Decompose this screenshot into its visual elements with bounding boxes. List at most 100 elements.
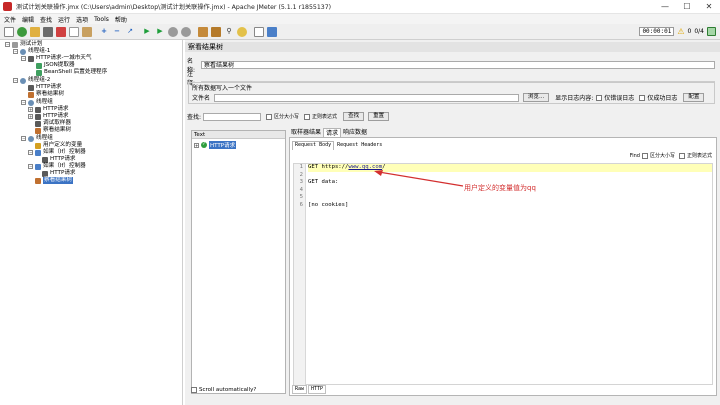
- start-no-pause-icon[interactable]: ▶: [155, 27, 165, 37]
- panel-title: 察看结果树: [185, 42, 720, 52]
- elapsed-timer: 00:00:01: [639, 27, 675, 36]
- tree-node-http-request[interactable]: HTTP请求: [42, 170, 76, 177]
- tree-node-http-request[interactable]: HTTP请求: [42, 156, 76, 163]
- tree-node-beanshell[interactable]: BeanShell 后置处理程序: [36, 69, 107, 76]
- menu-search[interactable]: 查找: [40, 15, 52, 24]
- tab-sampler-result[interactable]: 取样器结果: [289, 128, 323, 137]
- tab-http[interactable]: HTTP: [308, 385, 327, 394]
- paste-icon[interactable]: [82, 26, 92, 37]
- filename-label: 文件名: [192, 95, 211, 102]
- open-icon[interactable]: [30, 26, 40, 37]
- result-tabs: 取样器结果 请求 响应数据: [289, 128, 369, 137]
- close-button[interactable]: ✕: [698, 2, 720, 11]
- tree-node-thread-group-3[interactable]: − 线程组: [21, 99, 53, 106]
- result-item[interactable]: + ✓ HTTP请求: [194, 141, 237, 149]
- sampler-icon: [42, 170, 48, 177]
- tree-node-http-request[interactable]: HTTP请求: [28, 84, 62, 91]
- clear-icon[interactable]: [198, 26, 208, 37]
- tree-node-thread-group-4[interactable]: − 线程组: [21, 135, 53, 142]
- tree-node-view-results[interactable]: 察看结果树: [35, 127, 71, 134]
- find-regex-checkbox[interactable]: [678, 152, 685, 159]
- regex-checkbox[interactable]: [304, 113, 311, 120]
- tree-node-debug-sampler[interactable]: 调试取样器: [35, 120, 71, 127]
- tree-node-view-results-selected[interactable]: 察看结果树: [35, 177, 73, 184]
- tree-node-http-request[interactable]: + HTTP请求: [28, 113, 69, 120]
- tree-node-view-results[interactable]: 察看结果树: [28, 91, 64, 98]
- view-results-panel: 察看结果树 名称: 察看结果树 注释: 所有数据写入一个文件 文件名 浏览...…: [185, 40, 720, 405]
- gear-icon: [20, 77, 26, 84]
- configure-button[interactable]: 配置: [683, 93, 705, 102]
- tree-node-user-variables[interactable]: 用户定义的变量: [35, 142, 82, 149]
- success-only-checkbox[interactable]: [639, 94, 646, 101]
- success-check-icon: ✓: [201, 142, 207, 148]
- tab-request[interactable]: 请求: [323, 128, 342, 137]
- tree-node-json-extractor[interactable]: JSON提取器: [36, 62, 75, 69]
- save-icon[interactable]: [43, 26, 53, 37]
- tab-request-body[interactable]: Request Body: [292, 141, 335, 150]
- filename-field[interactable]: [214, 93, 520, 102]
- reset-button[interactable]: 重置: [368, 112, 390, 121]
- minimize-button[interactable]: —: [654, 2, 676, 11]
- warning-icon[interactable]: ⚠: [677, 27, 684, 36]
- controller-icon: [35, 149, 41, 156]
- shutdown-icon[interactable]: [181, 26, 191, 37]
- log-content-label: 显示日志内容:: [555, 95, 594, 102]
- new-icon[interactable]: [4, 26, 14, 37]
- menu-tools[interactable]: Tools: [94, 16, 109, 23]
- browse-button[interactable]: 浏览...: [523, 93, 550, 102]
- code-line-6: [no cookies]: [308, 201, 349, 208]
- code-line-1: GET https://www.qq.com/: [308, 164, 712, 172]
- case-sensitive-checkbox[interactable]: [266, 113, 273, 120]
- menu-bar: 文件 编辑 查找 运行 选项 Tools 帮助: [0, 14, 720, 24]
- menu-help[interactable]: 帮助: [115, 15, 127, 24]
- menu-run[interactable]: 运行: [58, 15, 70, 24]
- errors-only-checkbox[interactable]: [596, 94, 603, 101]
- gear-icon: [28, 135, 34, 142]
- collapse-icon[interactable]: −: [112, 27, 122, 37]
- find-button[interactable]: 查找: [343, 112, 365, 121]
- stop-icon[interactable]: [168, 26, 178, 37]
- gear-icon: [20, 48, 26, 55]
- write-to-file-group: 所有数据写入一个文件 文件名 浏览... 显示日志内容: 仅错误日志 仅成功日志…: [188, 82, 715, 104]
- tree-node-thread-group-1[interactable]: − 线程组-1: [13, 48, 50, 55]
- tree-node-http-request[interactable]: + HTTP请求: [28, 106, 69, 113]
- tree-node-test-plan[interactable]: − 测试计划: [5, 41, 42, 48]
- sampler-icon: [35, 106, 41, 113]
- tab-request-headers[interactable]: Request Headers: [334, 141, 385, 150]
- help-icon[interactable]: [267, 26, 277, 37]
- regex-label: 正则表达式: [312, 114, 338, 120]
- search-input[interactable]: [203, 112, 262, 121]
- expand-icon[interactable]: +: [99, 27, 109, 37]
- cut-icon[interactable]: [56, 26, 66, 37]
- clear-all-icon[interactable]: [211, 26, 221, 37]
- tab-response-data[interactable]: 响应数据: [341, 128, 369, 137]
- result-item-label: HTTP请求: [209, 141, 237, 149]
- tab-raw[interactable]: Raw: [292, 385, 308, 394]
- search-icon[interactable]: ⚲: [224, 27, 234, 37]
- toggle-icon[interactable]: ↗: [125, 27, 135, 37]
- copy-icon[interactable]: [69, 26, 79, 37]
- tree-node-if-controller-2[interactable]: − 如果（If）控制器: [28, 163, 86, 170]
- reset-search-icon[interactable]: [237, 26, 247, 37]
- tree-node-http-weather[interactable]: − HTTP请求-一城市天气: [21, 55, 92, 62]
- menu-file[interactable]: 文件: [4, 15, 16, 24]
- config-icon: [35, 142, 41, 149]
- scroll-auto-checkbox[interactable]: [191, 387, 197, 393]
- tree-node-thread-group-2[interactable]: − 线程组-2: [13, 77, 50, 84]
- menu-edit[interactable]: 编辑: [22, 15, 34, 24]
- templates-icon[interactable]: [17, 26, 27, 37]
- title-bar: 测试计划关联操作.jmx (C:\Users\admin\Desktop\测试计…: [0, 0, 720, 14]
- comment-field[interactable]: [201, 74, 715, 82]
- tree-node-if-controller-1[interactable]: − 如果（If）控制器: [28, 149, 86, 156]
- test-plan-icon: [12, 41, 18, 48]
- name-field[interactable]: 察看结果树: [201, 61, 715, 69]
- request-body-editor[interactable]: 1 2 3 4 5 6 GET https://www.qq.com/ GET …: [293, 163, 713, 386]
- function-helper-icon[interactable]: [254, 26, 264, 37]
- warning-count: 0: [687, 28, 692, 35]
- maximize-button[interactable]: ☐: [676, 2, 698, 11]
- annotation-arrow: [374, 170, 464, 187]
- request-subtabs: Request Body Request Headers: [292, 141, 385, 150]
- find-case-checkbox[interactable]: [641, 152, 648, 159]
- start-icon[interactable]: ▶: [142, 27, 152, 37]
- menu-options[interactable]: 选项: [76, 15, 88, 24]
